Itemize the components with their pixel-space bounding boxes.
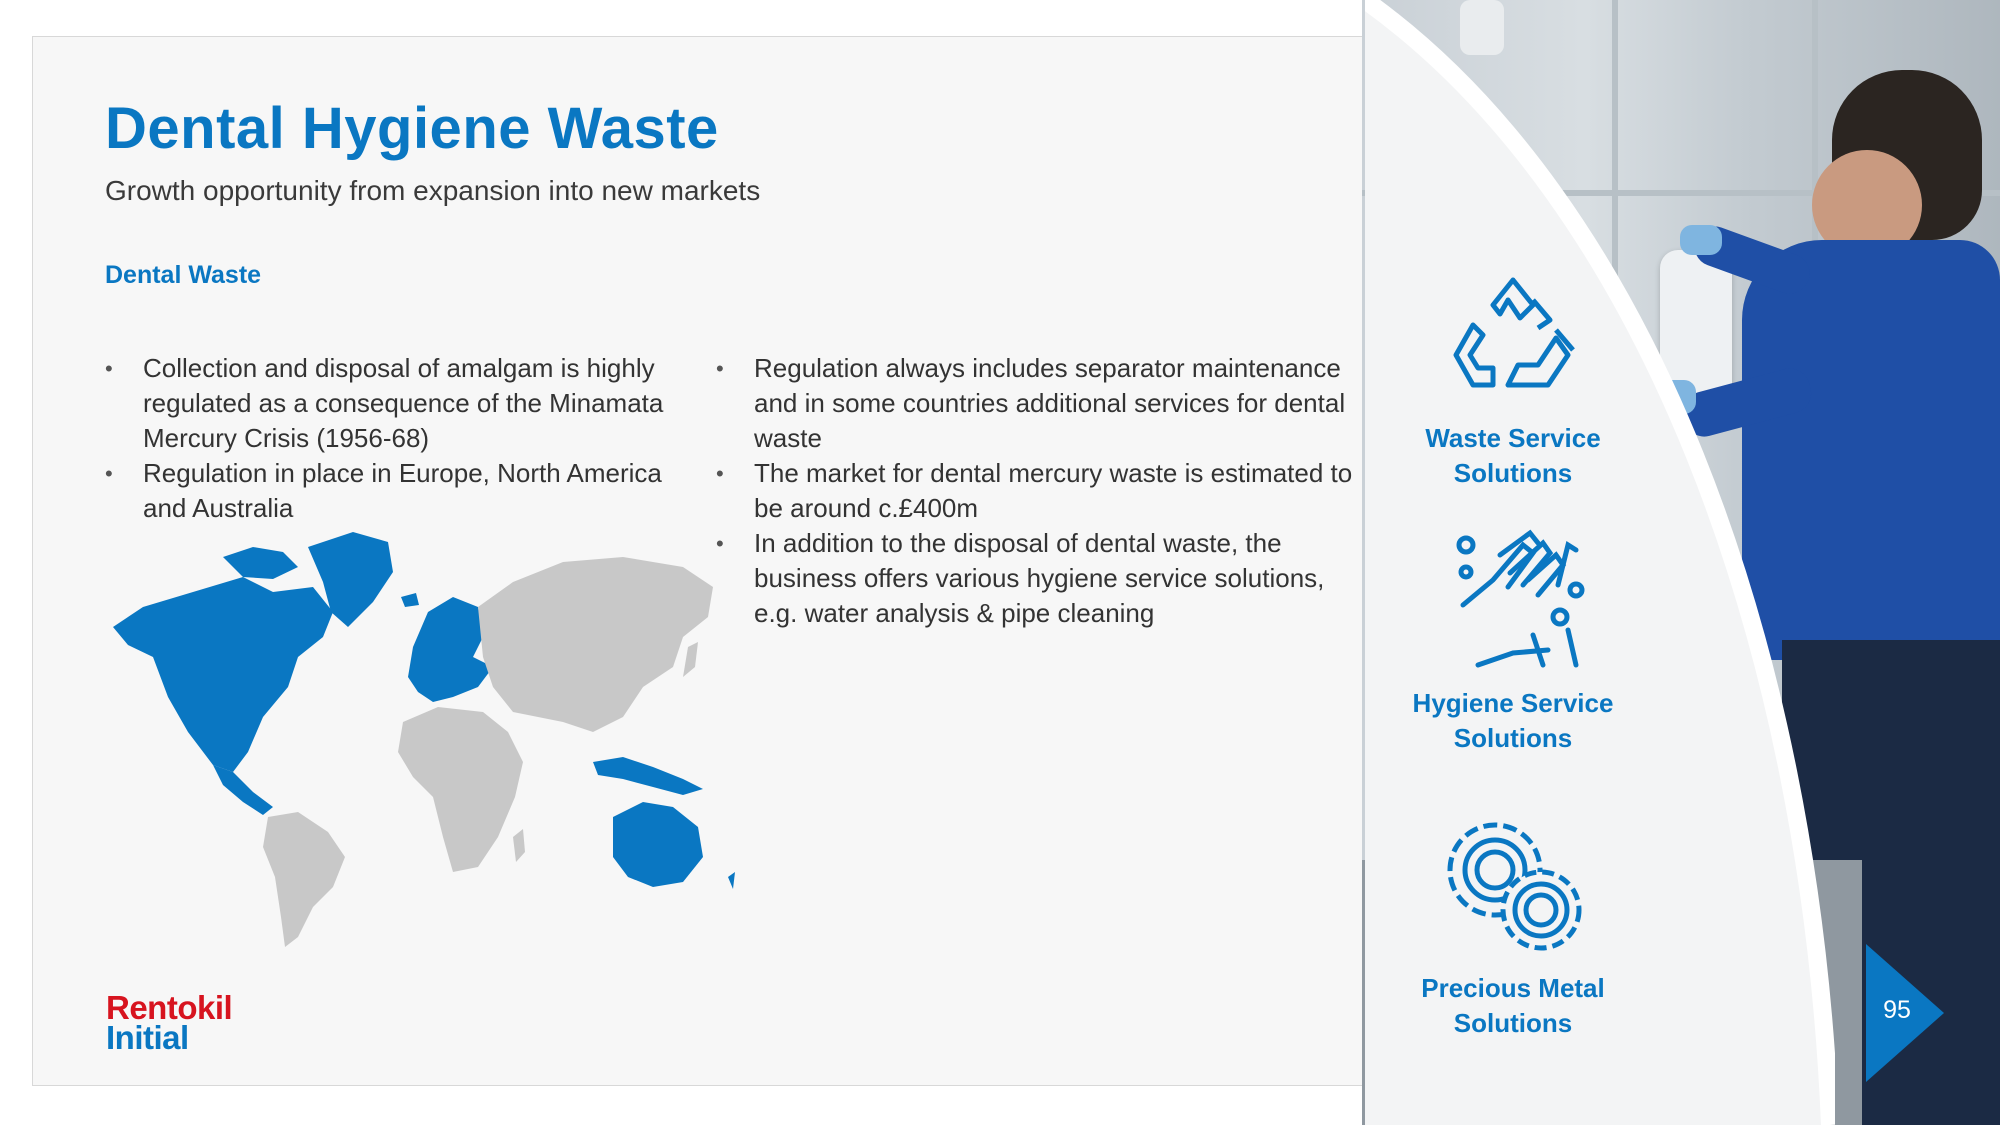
service-label-line: Solutions [1453, 723, 1573, 753]
service-waste: Waste Service Solutions [1383, 270, 1643, 491]
service-label: Precious Metal Solutions [1383, 971, 1643, 1041]
page-title: Dental Hygiene Waste [105, 96, 719, 161]
bullet-item: The market for dental mercury waste is e… [716, 456, 1356, 526]
gears-icon [1447, 822, 1582, 951]
service-precious-metal: Precious Metal Solutions [1383, 805, 1643, 1041]
map-indonesia [593, 757, 703, 795]
map-japan [683, 642, 698, 677]
map-south-america [263, 812, 345, 947]
bullet-item: In addition to the disposal of dental wa… [716, 526, 1356, 631]
left-bullet-list: Collection and disposal of amalgam is hi… [105, 351, 675, 526]
map-new-zealand [728, 872, 735, 889]
map-africa [398, 707, 523, 872]
map-arctic-islands [223, 547, 298, 579]
service-label: Hygiene Service Solutions [1383, 686, 1643, 756]
map-asia [478, 557, 713, 732]
right-bullet-list: Regulation always includes separator mai… [716, 351, 1356, 631]
service-label-line: Precious Metal [1421, 973, 1605, 1003]
page-subtitle: Growth opportunity from expansion into n… [105, 175, 761, 206]
bullet-item: Collection and disposal of amalgam is hi… [105, 351, 675, 456]
company-logo: Rentokil Initial [106, 991, 233, 1056]
bullet-item: Regulation in place in Europe, North Ame… [105, 456, 675, 526]
service-label: Waste Service Solutions [1383, 421, 1643, 491]
service-label-line: Waste Service [1425, 423, 1601, 453]
bullet-item: Regulation always includes separator mai… [716, 351, 1356, 456]
service-label-line: Hygiene Service [1412, 688, 1614, 718]
service-label-line: Solutions [1453, 1008, 1573, 1038]
service-label-line: Solutions [1453, 458, 1573, 488]
map-central-america [213, 765, 273, 815]
world-map [113, 532, 735, 947]
section-heading: Dental Waste [105, 261, 262, 289]
logo-line2: Initial [106, 1019, 189, 1056]
recycle-icon [1453, 277, 1575, 388]
page-number: 95 [1883, 996, 1911, 1024]
map-north-america [113, 577, 333, 772]
map-australia [613, 802, 703, 887]
service-hygiene: Hygiene Service Solutions [1383, 525, 1643, 756]
map-madagascar [513, 829, 525, 862]
hand-washing-icon [1456, 529, 1585, 668]
map-iceland [401, 593, 419, 607]
